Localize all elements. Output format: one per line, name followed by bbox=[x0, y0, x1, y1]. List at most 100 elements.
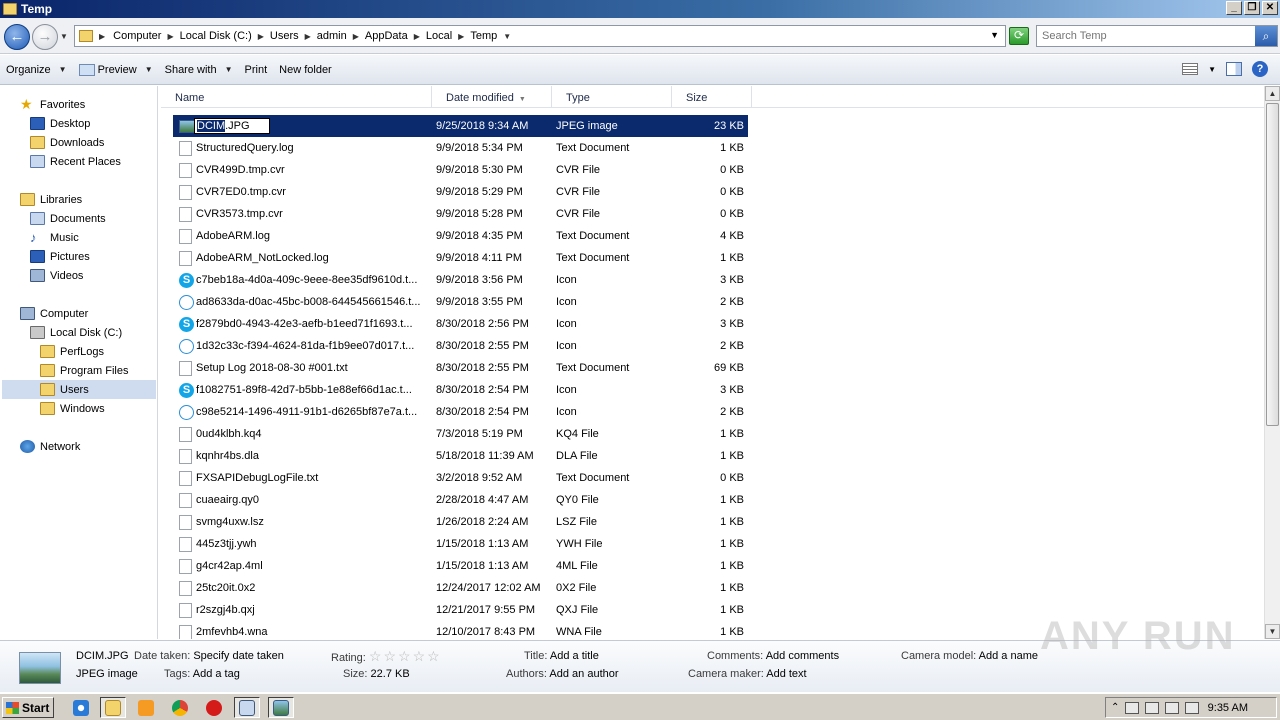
file-row[interactable]: 1d32c33c-f394-4624-81da-f1b9ee07d017.t..… bbox=[173, 335, 748, 357]
column-header-name[interactable]: Name bbox=[161, 86, 432, 108]
nav-recent-places[interactable]: Recent Places bbox=[30, 152, 121, 171]
organize-button[interactable]: Organize ▼ bbox=[0, 55, 73, 84]
tags-value[interactable]: Add a tag bbox=[193, 668, 240, 680]
file-row[interactable]: CVR3573.tmp.cvr 9/9/2018 5:28 PM CVR File 0… bbox=[173, 203, 748, 225]
breadcrumb-admin[interactable]: admin ▶ bbox=[317, 30, 359, 42]
file-row[interactable]: 2mfevhb4.wna 12/10/2017 8:43 PM WNA File 1 … bbox=[173, 621, 748, 639]
flag-icon[interactable] bbox=[1125, 701, 1140, 714]
file-row[interactable]: g4cr42ap.4ml 1/15/2018 1:13 AM 4ML File 1 K… bbox=[173, 555, 748, 577]
file-row[interactable]: cuaeairg.qy0 2/28/2018 4:47 AM QY0 File 1 K… bbox=[173, 489, 748, 511]
views-dropdown[interactable]: ▼ bbox=[1208, 65, 1216, 74]
image-viewer-icon[interactable] bbox=[268, 697, 294, 718]
views-icon[interactable] bbox=[1182, 63, 1199, 75]
file-row[interactable]: 25tc20it.0x2 12/24/2017 12:02 AM 0X2 File 1… bbox=[173, 577, 748, 599]
help-icon[interactable]: ? bbox=[1252, 61, 1268, 77]
recent-pages-dropdown[interactable]: ▼ bbox=[60, 32, 68, 41]
camera-maker-value[interactable]: Add text bbox=[766, 668, 806, 680]
rating-stars[interactable]: ☆☆☆☆☆ bbox=[369, 648, 442, 664]
title-value[interactable]: Add a title bbox=[550, 650, 599, 662]
date-taken-value[interactable]: Specify date taken bbox=[193, 650, 284, 662]
scroll-thumb[interactable] bbox=[1266, 103, 1279, 426]
close-button[interactable]: ✕ bbox=[1262, 1, 1278, 15]
address-dropdown[interactable]: ▼ bbox=[990, 30, 999, 40]
nav-network[interactable]: Network bbox=[20, 437, 80, 456]
window-tray-icon[interactable] bbox=[1165, 701, 1180, 714]
breadcrumb-local-disk[interactable]: Local Disk (C:) ▶ bbox=[180, 30, 264, 42]
nav-perflogs[interactable]: PerfLogs bbox=[40, 342, 104, 361]
share-with-button[interactable]: Share with ▼ bbox=[159, 55, 239, 84]
file-row[interactable]: ad8633da-d0ac-45bc-b008-644545661546.t..… bbox=[173, 291, 748, 313]
nav-windows[interactable]: Windows bbox=[40, 399, 105, 418]
preview-button[interactable]: Preview ▼ bbox=[73, 55, 159, 84]
search-icon[interactable]: ⌕ bbox=[1255, 26, 1277, 46]
file-row[interactable]: r2szgj4b.qxj 12/21/2017 9:55 PM QXJ File 1 … bbox=[173, 599, 748, 621]
file-row[interactable]: AdobeARM_NotLocked.log 9/9/2018 4:11 PM Te… bbox=[173, 247, 748, 269]
chevron-up-icon[interactable]: ⌃ bbox=[1111, 702, 1119, 713]
minimize-button[interactable]: _ bbox=[1226, 1, 1242, 15]
nav-documents[interactable]: Documents bbox=[30, 209, 106, 228]
ie-icon[interactable] bbox=[68, 697, 94, 718]
nav-downloads[interactable]: Downloads bbox=[30, 133, 104, 152]
print-button[interactable]: Print bbox=[239, 55, 274, 84]
rename-input[interactable]: DCIM.JPG bbox=[194, 118, 270, 134]
explorer-icon[interactable] bbox=[100, 697, 126, 718]
nav-libraries[interactable]: Libraries bbox=[20, 190, 82, 209]
column-header-type[interactable]: Type bbox=[552, 86, 672, 108]
breadcrumb-computer[interactable]: Computer ▶ bbox=[113, 30, 173, 42]
app-window-icon[interactable] bbox=[234, 697, 260, 718]
file-row[interactable]: svmg4uxw.lsz 1/26/2018 2:24 AM LSZ File 1 K… bbox=[173, 511, 748, 533]
file-row[interactable]: c98e5214-1496-4911-91b1-d6265bf87e7a.t..… bbox=[173, 401, 748, 423]
scroll-up-button[interactable]: ▲ bbox=[1265, 86, 1280, 101]
file-row[interactable]: kqnhr4bs.dla 5/18/2018 11:39 AM DLA File 1 … bbox=[173, 445, 748, 467]
nav-program-files[interactable]: Program Files bbox=[40, 361, 128, 380]
comments-value[interactable]: Add comments bbox=[766, 650, 839, 662]
nav-local-disk[interactable]: Local Disk (C:) bbox=[30, 323, 122, 342]
breadcrumb-temp[interactable]: Temp ▼ bbox=[470, 30, 511, 42]
file-row[interactable]: DCIM.JPG 9/25/2018 9:34 AM JPEG image 23 KB bbox=[173, 115, 748, 137]
file-row[interactable]: StructuredQuery.log 9/9/2018 5:34 PM Text … bbox=[173, 137, 748, 159]
breadcrumb-local[interactable]: Local ▶ bbox=[426, 30, 464, 42]
search-box[interactable]: ⌕ bbox=[1036, 25, 1278, 47]
start-button[interactable]: Start bbox=[2, 697, 54, 718]
file-row[interactable]: FXSAPIDebugLogFile.txt 3/2/2018 9:52 AM Te… bbox=[173, 467, 748, 489]
file-row[interactable]: Sc7beb18a-4d0a-409c-9eee-8ee35df9610d.t.… bbox=[173, 269, 748, 291]
file-row[interactable]: CVR499D.tmp.cvr 9/9/2018 5:30 PM CVR File 0… bbox=[173, 159, 748, 181]
file-row[interactable]: AdobeARM.log 9/9/2018 4:35 PM Text Documen… bbox=[173, 225, 748, 247]
nav-computer[interactable]: Computer bbox=[20, 304, 88, 323]
refresh-button[interactable]: ⟳ bbox=[1009, 27, 1029, 45]
file-row[interactable]: 445z3tjj.ywh 1/15/2018 1:13 AM YWH File 1 K… bbox=[173, 533, 748, 555]
forward-button[interactable]: → bbox=[32, 24, 58, 50]
nav-favorites[interactable]: ★ Favorites bbox=[20, 95, 85, 114]
file-row[interactable]: 0ud4klbh.kq4 7/3/2018 5:19 PM KQ4 File 1 KB bbox=[173, 423, 748, 445]
clock[interactable]: 9:35 AM bbox=[1208, 702, 1248, 714]
camera-model-value[interactable]: Add a name bbox=[979, 650, 1038, 662]
restore-button[interactable]: ❐ bbox=[1244, 1, 1260, 15]
column-header-size[interactable]: Size bbox=[672, 86, 752, 108]
breadcrumb-users[interactable]: Users ▶ bbox=[270, 30, 311, 42]
nav-music[interactable]: ♪ Music bbox=[30, 228, 79, 247]
network-tray-icon[interactable] bbox=[1145, 701, 1160, 714]
breadcrumb-appdata[interactable]: AppData ▶ bbox=[365, 30, 420, 42]
vertical-scrollbar[interactable]: ▲ ▼ bbox=[1264, 86, 1280, 639]
media-player-icon[interactable] bbox=[133, 697, 159, 718]
scroll-down-button[interactable]: ▼ bbox=[1265, 624, 1280, 639]
file-row[interactable]: CVR7ED0.tmp.cvr 9/9/2018 5:29 PM CVR File 0… bbox=[173, 181, 748, 203]
file-row[interactable]: Sf2879bd0-4943-42e3-aefb-b1eed71f1693.t.… bbox=[173, 313, 748, 335]
file-row[interactable]: Setup Log 2018-08-30 #001.txt 8/30/2018 2… bbox=[173, 357, 748, 379]
chevron-right-icon[interactable]: ▶ bbox=[99, 32, 105, 41]
address-box[interactable]: ▶ Computer ▶ Local Disk (C:) ▶ Users ▶ admi… bbox=[74, 25, 1006, 47]
volume-icon[interactable] bbox=[1185, 701, 1200, 714]
new-folder-button[interactable]: New folder bbox=[273, 55, 338, 84]
file-row[interactable]: Sf1082751-89f8-42d7-b5bb-1e88ef66d1ac.t.… bbox=[173, 379, 748, 401]
column-header-date[interactable]: Date modified ▼ bbox=[432, 86, 552, 108]
authors-value[interactable]: Add an author bbox=[549, 668, 618, 680]
stop-icon[interactable] bbox=[201, 697, 227, 718]
chrome-icon[interactable] bbox=[167, 697, 193, 718]
nav-videos[interactable]: Videos bbox=[30, 266, 83, 285]
nav-users[interactable]: Users bbox=[2, 380, 156, 399]
back-button[interactable]: ← bbox=[4, 24, 30, 50]
nav-desktop[interactable]: Desktop bbox=[30, 114, 90, 133]
preview-pane-icon[interactable] bbox=[1226, 62, 1242, 76]
nav-pictures[interactable]: Pictures bbox=[30, 247, 90, 266]
search-input[interactable] bbox=[1037, 26, 1247, 46]
